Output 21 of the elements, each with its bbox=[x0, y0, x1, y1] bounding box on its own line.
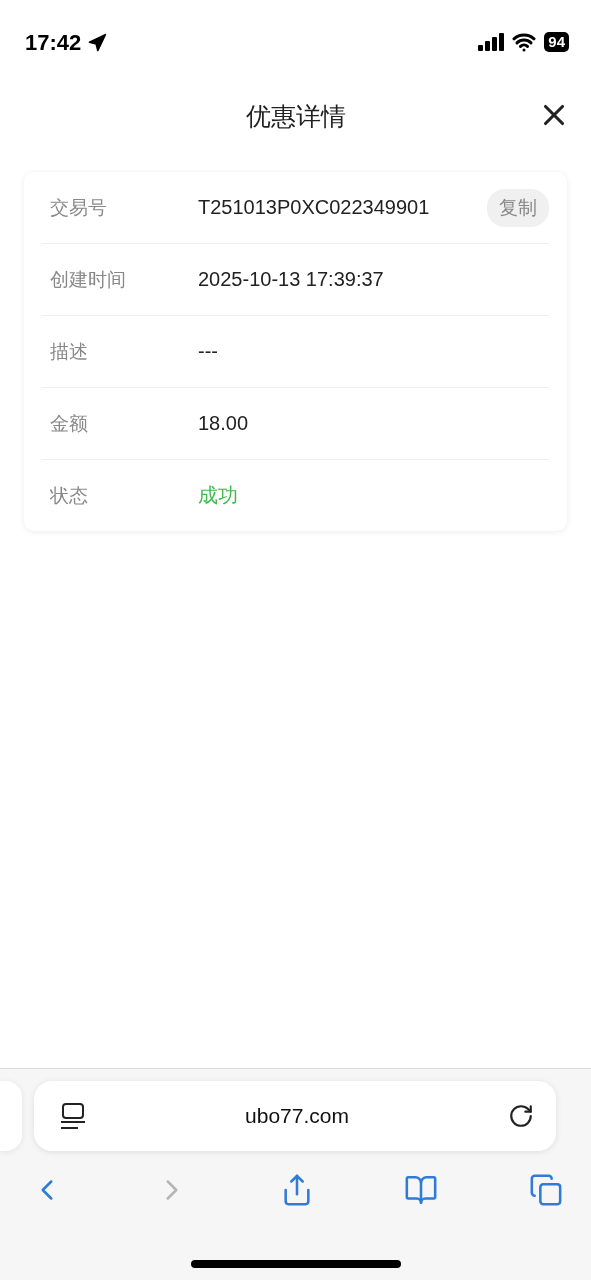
detail-value: 18.00 bbox=[198, 412, 250, 435]
detail-value: --- bbox=[198, 340, 219, 363]
reload-icon[interactable] bbox=[508, 1103, 534, 1129]
status-time: 17:42 bbox=[25, 30, 82, 56]
book-icon[interactable] bbox=[404, 1173, 439, 1207]
detail-label: 交易号 bbox=[49, 195, 108, 220]
detail-label: 状态 bbox=[49, 483, 89, 508]
detail-value: 2025-10-13 17:39:37 bbox=[198, 268, 385, 291]
detail-label: 创建时间 bbox=[49, 267, 127, 292]
tabs-icon[interactable] bbox=[529, 1173, 563, 1207]
detail-label: 金额 bbox=[49, 411, 89, 436]
page-title: 优惠详情 bbox=[245, 100, 346, 132]
location-icon bbox=[87, 33, 108, 53]
battery-level: 94 bbox=[544, 32, 569, 52]
status-value: 成功 bbox=[198, 483, 239, 508]
url-text: ubo77.com bbox=[245, 1104, 349, 1128]
address-bar[interactable]: ubo77.com bbox=[34, 1081, 556, 1151]
detail-label: 描述 bbox=[49, 339, 89, 364]
reader-icon[interactable] bbox=[60, 1102, 86, 1130]
detail-value: T251013P0XC022349901 bbox=[198, 196, 431, 219]
signal-icon bbox=[478, 33, 505, 51]
